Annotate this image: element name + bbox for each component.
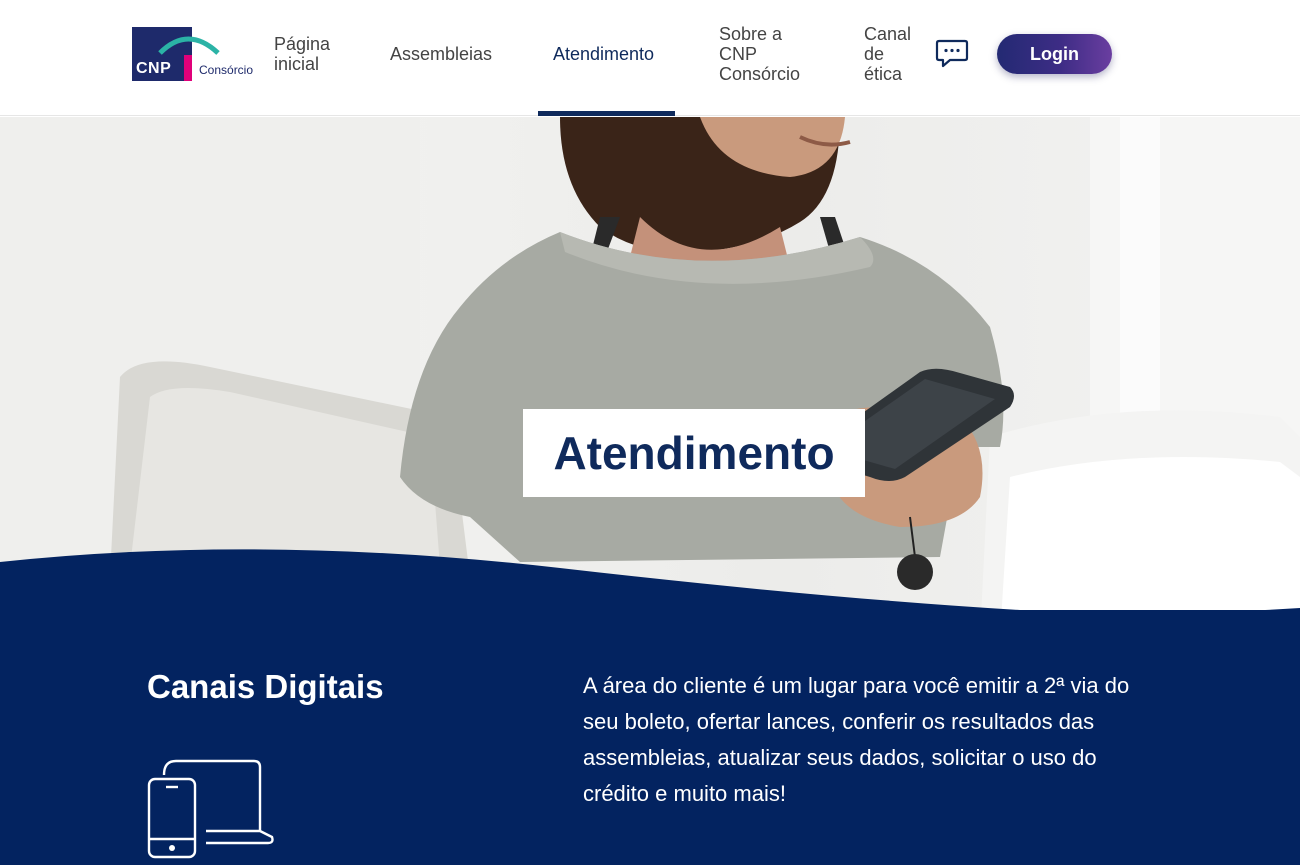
cnp-consorcio-logo[interactable]: CNP Consórcio bbox=[132, 27, 257, 83]
nav-assembleias[interactable]: Assembleias bbox=[390, 44, 492, 64]
nav-sobre-cnp[interactable]: Sobre a CNP Consórcio bbox=[719, 24, 800, 84]
nav-label: Consórcio bbox=[719, 64, 801, 84]
nav-label: Página bbox=[274, 34, 331, 54]
hero-title-box: Atendimento bbox=[523, 409, 865, 497]
logo-sub-text: Consórcio bbox=[199, 63, 254, 77]
nav-label: Atendimento bbox=[553, 44, 655, 64]
nav-atendimento[interactable]: Atendimento bbox=[553, 44, 654, 64]
site-header: CNP Consórcio Página inicial Assembleias… bbox=[0, 0, 1300, 116]
active-nav-underline bbox=[538, 111, 675, 116]
chat-bubble-icon[interactable] bbox=[935, 38, 969, 70]
nav-label: inicial bbox=[274, 54, 320, 74]
nav-label: CNP bbox=[719, 44, 758, 64]
nav-label: Sobre a bbox=[719, 24, 783, 44]
nav-pagina-inicial[interactable]: Página inicial bbox=[274, 34, 330, 74]
nav-label: Canal bbox=[864, 24, 912, 44]
nav-label: de bbox=[864, 44, 885, 64]
hero-title: Atendimento bbox=[553, 427, 835, 479]
devices-icon bbox=[147, 759, 274, 859]
section-wave bbox=[0, 549, 1300, 620]
section-description: A área do cliente é um lugar para você e… bbox=[583, 673, 1130, 806]
nav-label: ética bbox=[864, 64, 903, 84]
section-title: Canais Digitais bbox=[147, 668, 384, 705]
nav-canal-etica[interactable]: Canal de ética bbox=[864, 24, 911, 84]
nav-label: Assembleias bbox=[390, 44, 493, 64]
logo-pink-bar bbox=[184, 55, 192, 81]
login-button[interactable]: Login bbox=[997, 34, 1112, 74]
logo-arc-icon bbox=[158, 36, 220, 55]
logo-brand-text: CNP bbox=[136, 60, 172, 77]
